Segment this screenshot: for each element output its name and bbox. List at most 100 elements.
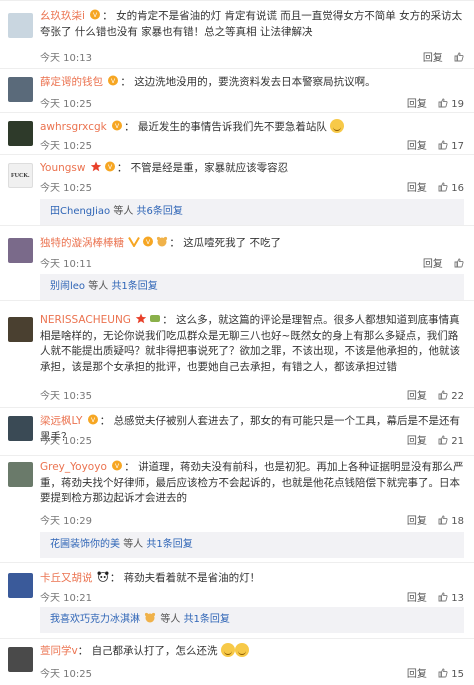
like-button[interactable]: 22 — [438, 390, 464, 402]
sweat-smile-emoji-icon — [220, 643, 235, 657]
comment-text: 自己都承认打了，怎么还洗 — [91, 645, 218, 657]
comment-item: NERISSACHEUNG ： 这么多，就这篇的评论是理智点。很多人都想知道到底… — [0, 300, 474, 408]
avatar-text: FUCK. — [11, 173, 30, 179]
comment-body: Youngsw V： 不管是经是重，家暴就应该零容忍 — [40, 161, 289, 174]
like-count: 21 — [451, 436, 464, 447]
vip-badge-icon: V — [143, 236, 154, 247]
grimace-emoji-icon — [330, 119, 345, 133]
reply-user[interactable]: 田ChengJiao — [50, 206, 110, 217]
username[interactable]: Youngsw — [40, 162, 85, 174]
comment-text: 最近发生的事情告诉我们先不要急着站队 — [137, 121, 327, 133]
replies-summary[interactable]: 田ChengJiao 等人 共6条回复 — [40, 199, 464, 225]
username[interactable]: 卡丘又胡说 — [40, 572, 93, 584]
reply-button[interactable]: 回复 — [407, 99, 427, 110]
reply-user[interactable]: 别闹leo — [50, 281, 85, 292]
comment-actions: 回复 18 — [399, 512, 464, 527]
avatar[interactable] — [8, 416, 33, 441]
thumbs-up-icon — [438, 435, 448, 445]
username[interactable]: 幺玖玖柒i — [40, 10, 85, 22]
reply-button[interactable]: 回复 — [407, 669, 427, 680]
reply-count-link[interactable]: 共1条回复 — [184, 614, 230, 625]
comment-body: 卡丘又胡说 ： 蒋劲夫看着就不是省油的灯！ — [40, 571, 261, 584]
comment-body: awhrsgrxcgk V： 最近发生的事情告诉我们先不要急着站队 — [40, 119, 464, 136]
reply-count-link[interactable]: 共1条回复 — [146, 539, 192, 550]
comment-body: NERISSACHEUNG ： 这么多，就这篇的评论是理智点。很多人都想知道到底… — [40, 313, 460, 373]
reply-mid-text: 等人 — [88, 281, 109, 292]
avatar[interactable] — [8, 121, 33, 146]
like-button[interactable]: 21 — [438, 435, 464, 447]
avatar[interactable] — [8, 573, 33, 598]
like-button[interactable]: 16 — [438, 182, 464, 194]
comment-body: 独特的漩涡棒棒糖 V： 这瓜噎死我了 不吃了 — [40, 236, 282, 249]
thumbs-up-icon — [438, 592, 448, 602]
replies-summary[interactable]: 花圃装饰你的美 等人 共1条回复 — [40, 532, 464, 558]
reply-button[interactable]: 回复 — [407, 436, 427, 447]
like-button[interactable]: 18 — [438, 515, 464, 527]
comment-actions: 回复 — [415, 49, 464, 64]
reply-count-link[interactable]: 共1条回复 — [111, 281, 157, 292]
username[interactable]: Grey_Yoyoyo — [40, 461, 107, 473]
replies-summary[interactable]: 别闹leo 等人 共1条回复 — [40, 274, 464, 300]
like-button[interactable] — [454, 258, 464, 270]
thumbs-up-icon — [438, 668, 448, 678]
reply-user[interactable]: 我喜欢巧克力冰淇淋 — [50, 614, 140, 625]
like-count: 17 — [451, 141, 464, 152]
vip-badge-icon: V — [112, 460, 123, 471]
thumbs-up-icon — [454, 52, 464, 62]
username[interactable]: 萱同学v — [40, 645, 78, 657]
like-button[interactable]: 17 — [438, 140, 464, 152]
timestamp: 今天 10:29 — [40, 516, 92, 527]
vip-badge-icon: V — [87, 414, 98, 425]
reply-user[interactable]: 花圃装饰你的美 — [50, 539, 120, 550]
reply-button[interactable]: 回复 — [407, 391, 427, 402]
comment-text: 这边洗地没用的，要洗资料发去日本警察局抗议啊。 — [134, 76, 376, 88]
comment-actions: 回复 — [415, 255, 464, 270]
comment-body: 幺玖玖柒i V： 女的肯定不是省油的灯 肯定有说谎 而且一直觉得女方不简单 女方… — [40, 9, 463, 38]
reply-button[interactable]: 回复 — [423, 53, 443, 64]
avatar[interactable] — [8, 13, 33, 38]
comment-item: 梁远枫LY V： 总感觉夫仔被别人套进去了，那女的有可能只是一个工具，幕后是不是… — [0, 407, 474, 456]
like-button[interactable] — [454, 52, 464, 64]
avatar[interactable] — [8, 462, 33, 487]
star-badge-icon — [136, 313, 147, 324]
username[interactable]: 梁远枫LY — [40, 415, 82, 427]
replies-summary[interactable]: 我喜欢巧克力冰淇淋 等人 共1条回复 — [40, 607, 464, 633]
vip-badge-icon: V — [90, 9, 101, 20]
comment-item: 幺玖玖柒i V： 女的肯定不是省油的灯 肯定有说谎 而且一直觉得女方不简单 女方… — [0, 0, 474, 69]
reply-button[interactable]: 回复 — [407, 183, 427, 194]
reply-mid-text: 等人 — [113, 206, 134, 217]
thumbs-up-icon — [438, 390, 448, 400]
username[interactable]: awhrsgrxcgk — [40, 121, 107, 133]
avatar[interactable] — [8, 238, 33, 263]
timestamp: 今天 10:25 — [40, 669, 92, 680]
username[interactable]: 薛定谔的钱包 — [40, 76, 103, 88]
thumbs-up-icon — [438, 140, 448, 150]
comment-text: 蒋劲夫看着就不是省油的灯！ — [123, 572, 261, 584]
like-button[interactable]: 19 — [438, 98, 464, 110]
comment-body: 萱同学v： 自己都承认打了，怎么还洗 — [40, 643, 464, 660]
thumbs-up-icon — [438, 98, 448, 108]
comment-actions: 回复 16 — [399, 179, 464, 194]
reply-button[interactable]: 回复 — [407, 593, 427, 604]
comment-actions: 回复 13 — [399, 589, 464, 604]
comment-text: 不管是经是重，家暴就应该零容忍 — [130, 162, 289, 174]
like-button[interactable]: 13 — [438, 592, 464, 604]
like-button[interactable]: 15 — [438, 668, 464, 680]
reply-button[interactable]: 回复 — [407, 516, 427, 527]
timestamp: 今天 10:11 — [40, 259, 92, 270]
avatar[interactable] — [8, 317, 33, 342]
reply-button[interactable]: 回复 — [407, 141, 427, 152]
comment-item: awhrsgrxcgk V： 最近发生的事情告诉我们先不要急着站队 今天 10:… — [0, 112, 474, 155]
reply-count-link[interactable]: 共6条回复 — [137, 206, 183, 217]
vip-badge-icon: V — [108, 75, 119, 86]
avatar[interactable] — [8, 77, 33, 102]
timestamp: 今天 10:21 — [40, 593, 92, 604]
username[interactable]: NERISSACHEUNG — [40, 314, 131, 326]
username[interactable]: 独特的漩涡棒棒糖 — [40, 237, 124, 249]
thumbs-up-icon — [438, 515, 448, 525]
avatar[interactable]: FUCK. — [8, 163, 33, 188]
reply-button[interactable]: 回复 — [423, 259, 443, 270]
timestamp: 今天 10:13 — [40, 53, 92, 64]
avatar[interactable] — [8, 647, 33, 672]
comment-actions: 回复 15 — [399, 665, 464, 680]
